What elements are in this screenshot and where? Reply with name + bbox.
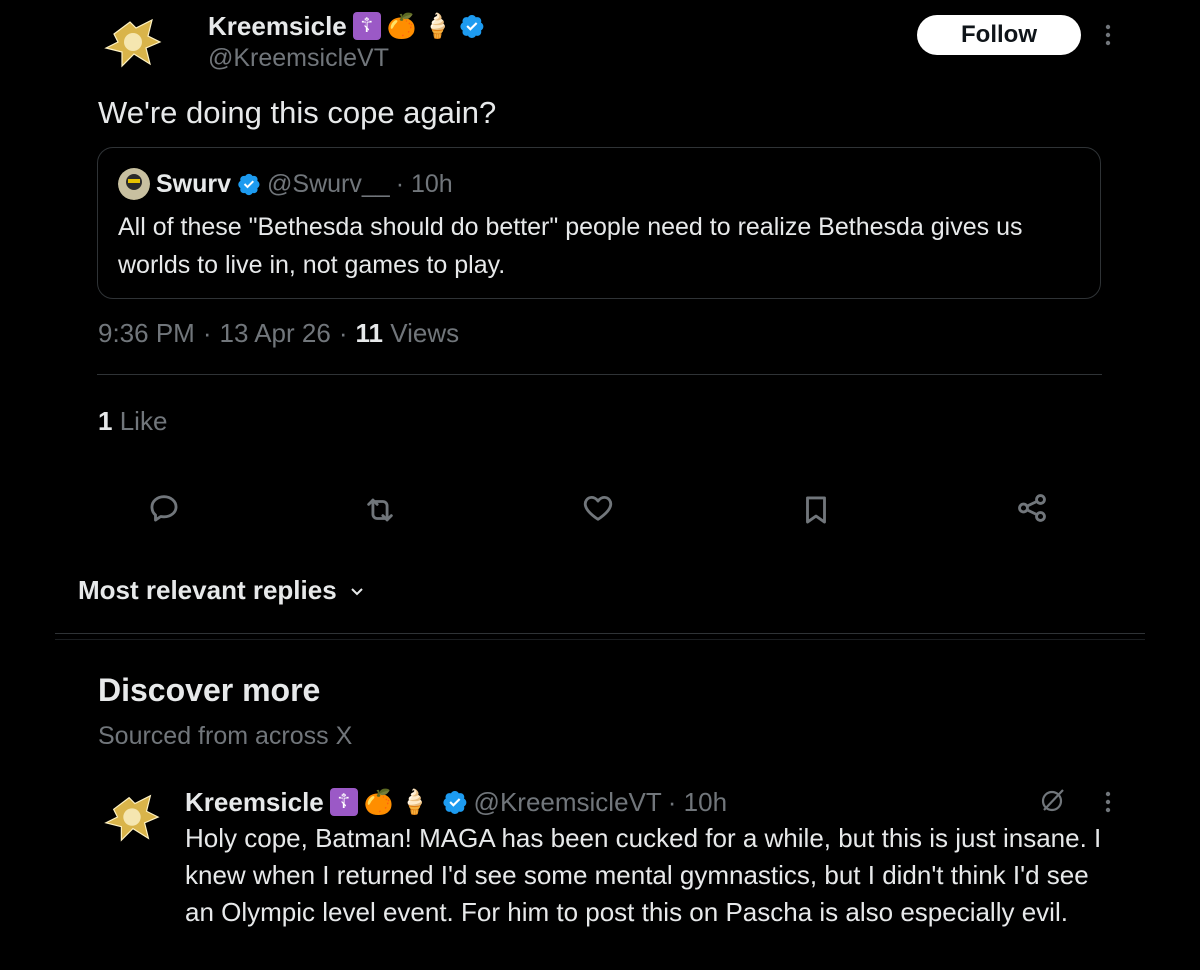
bookmark-button[interactable]: [796, 490, 836, 530]
chevron-down-icon: [350, 587, 363, 595]
share-icon: [1018, 494, 1046, 522]
follow-button[interactable]: Follow: [917, 15, 1081, 55]
reply-button[interactable]: [144, 488, 184, 528]
discover-post-avatar[interactable]: [100, 788, 164, 848]
quoted-post-time: · 10h: [395, 169, 453, 198]
post-date[interactable]: 13 Apr 26: [220, 318, 331, 349]
quoted-post-text: All of these "Bethesda should do better"…: [118, 213, 1023, 279]
post-text: We're doing this cope again?: [98, 95, 497, 130]
author-name[interactable]: Kreemsicle: [208, 11, 347, 42]
more-options-icon[interactable]: [1098, 787, 1118, 817]
quoted-post-card[interactable]: Swurv @Swurv__ · 10h All of these "Bethe…: [97, 147, 1101, 299]
discover-post-time[interactable]: · 10h: [668, 787, 727, 818]
quoted-author-handle: @Swurv__: [267, 169, 390, 198]
bookmark-icon: [806, 496, 826, 524]
quoted-author-name: Swurv: [156, 169, 232, 198]
replies-sort-dropdown[interactable]: Most relevant replies: [78, 575, 367, 606]
meta-separator: ·: [338, 318, 348, 348]
more-options-icon[interactable]: [1098, 20, 1118, 50]
share-button[interactable]: [1012, 488, 1052, 528]
discover-subtitle: Sourced from across X: [98, 722, 353, 750]
section-divider: [55, 633, 1145, 634]
discover-post-text: Holy cope, Batman! MAGA has been cucked …: [185, 823, 1102, 927]
divider: [97, 374, 1102, 375]
verified-badge-icon: [442, 791, 466, 815]
orthodox-cross-icon: ☦: [329, 788, 358, 816]
meta-separator: ·: [202, 318, 212, 348]
retweet-button[interactable]: [360, 490, 400, 530]
avatar-logo-icon: [104, 18, 162, 68]
author-avatar[interactable]: [100, 12, 166, 74]
views-count: 11: [355, 318, 383, 348]
discover-title: Discover more: [98, 672, 321, 708]
orthodox-cross-icon: ☦: [352, 12, 381, 40]
views-label: Views: [390, 318, 460, 348]
retweet-icon: [367, 498, 393, 522]
verified-badge-icon: [238, 173, 260, 196]
reply-icon: [150, 495, 178, 522]
grok-icon[interactable]: [1038, 785, 1068, 815]
verified-badge-icon: [459, 15, 483, 39]
like-button[interactable]: [578, 488, 618, 528]
likes-count[interactable]: 1 Like: [98, 406, 167, 437]
discover-author-handle[interactable]: @KreemsicleVT: [474, 787, 662, 818]
ice-cream-icon: 🍦: [399, 788, 430, 816]
ice-cream-icon: 🍦: [422, 12, 453, 40]
discover-author-name[interactable]: Kreemsicle: [185, 787, 324, 818]
author-handle[interactable]: @KreemsicleVT: [208, 44, 389, 73]
post-time[interactable]: 9:36 PM: [98, 318, 195, 349]
quoted-author-avatar: [118, 168, 150, 200]
section-divider: [55, 639, 1145, 640]
tangerine-icon: 🍊: [386, 12, 417, 40]
avatar-logo-icon: [104, 794, 160, 842]
like-icon: [583, 495, 613, 521]
tangerine-icon: 🍊: [363, 788, 394, 816]
replies-sort-label: Most relevant replies: [78, 575, 337, 605]
